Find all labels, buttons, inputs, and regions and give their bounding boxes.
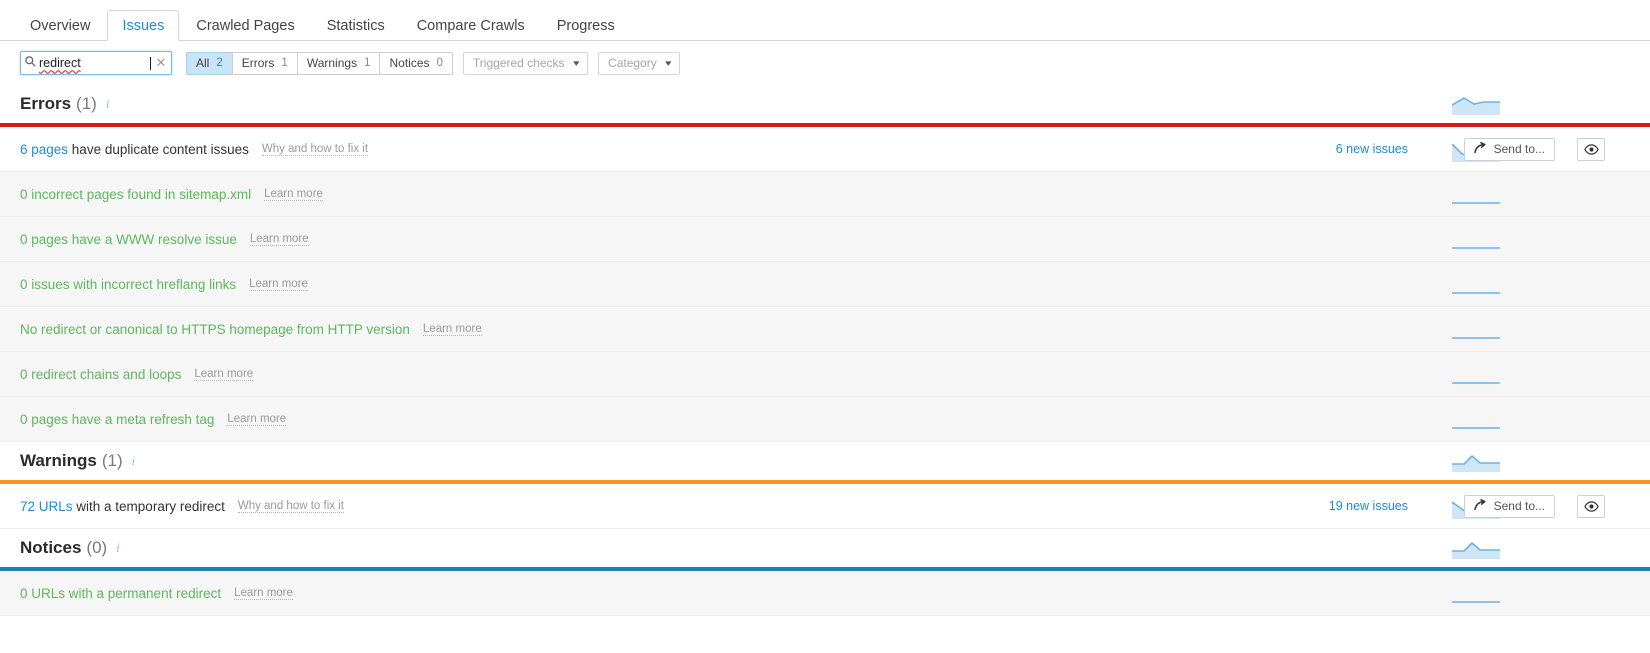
segment-count: 1 xyxy=(364,57,371,69)
dropdown-category[interactable]: Category ▾ xyxy=(598,51,681,75)
clear-search-icon[interactable]: ✕ xyxy=(151,55,171,71)
learn-more-link[interactable]: Learn more xyxy=(264,188,323,201)
section-header-warnings: Warnings (1) i xyxy=(0,442,1650,480)
issue-row[interactable]: 0 URLs with a permanent redirect Learn mo… xyxy=(0,571,1650,616)
issue-row[interactable]: No redirect or canonical to HTTPS homepa… xyxy=(0,307,1650,352)
issue-sparkline xyxy=(1452,316,1500,347)
send-to-button[interactable]: Send to... xyxy=(1463,137,1555,161)
issue-label-text: with a temporary redirect xyxy=(72,498,225,514)
section-header-errors: Errors (1) i xyxy=(0,85,1650,123)
segment-label: All xyxy=(196,56,210,70)
section-count: (0) xyxy=(86,538,108,557)
filter-segment-all[interactable]: All 2 xyxy=(186,51,232,75)
share-arrow-icon xyxy=(1473,141,1487,157)
tab-crawled-pages[interactable]: Crawled Pages xyxy=(181,10,309,40)
issue-row[interactable]: 0 pages have a WWW resolve issue Learn mo… xyxy=(0,217,1650,262)
learn-more-link[interactable]: Learn more xyxy=(227,413,287,426)
send-to-label: Send to... xyxy=(1493,142,1545,156)
issue-label: 72 URLs with a temporary redirect xyxy=(20,499,225,514)
filter-segment-notices[interactable]: Notices 0 xyxy=(379,51,453,75)
share-arrow-icon xyxy=(1473,498,1487,514)
new-issues-link[interactable]: 6 new issues xyxy=(1336,142,1408,156)
tab-issues[interactable]: Issues xyxy=(107,10,180,41)
why-and-how-to-fix-it-link[interactable]: Why and how to fix it xyxy=(237,500,344,513)
eye-icon-button[interactable] xyxy=(1577,137,1605,161)
search-icon xyxy=(21,56,39,70)
issue-label: 0 incorrect pages found in sitemap.xml xyxy=(20,186,252,202)
issue-label: 0 URLs with a permanent redirect xyxy=(20,585,222,601)
learn-more-link[interactable]: Learn more xyxy=(234,587,293,600)
chevron-down-icon: ▾ xyxy=(572,57,579,68)
issue-sparkline xyxy=(1452,580,1500,611)
issue-label-text: have duplicate content issues xyxy=(68,141,249,157)
info-icon[interactable]: i xyxy=(116,541,119,556)
section-sparkline xyxy=(1451,89,1500,120)
eye-icon-button[interactable] xyxy=(1577,494,1605,518)
issue-row[interactable]: 72 URLs with a temporary redirect Why and… xyxy=(0,484,1650,529)
severity-filter-group: All 2 Errors 1 Warnings 1 Notices 0 xyxy=(186,51,453,75)
section-title: Errors xyxy=(20,94,72,113)
learn-more-link[interactable]: Learn more xyxy=(249,233,309,246)
section-count: (1) xyxy=(101,451,123,470)
issue-sparkline xyxy=(1452,181,1500,212)
section-count: (1) xyxy=(76,94,97,113)
tab-overview[interactable]: Overview xyxy=(15,10,105,40)
issue-count-link[interactable]: 6 pages xyxy=(20,142,68,157)
issue-row[interactable]: 0 issues with incorrect hreflang links Le… xyxy=(0,262,1650,307)
search-input-value: redirect xyxy=(39,56,81,70)
issue-row[interactable]: 0 pages have a meta refresh tag Learn mor… xyxy=(0,397,1650,442)
dropdown-group: Triggered checks ▾ Category ▾ xyxy=(453,51,681,75)
dropdown-label: Category xyxy=(608,56,657,70)
section-title: Notices xyxy=(20,538,82,557)
issues-list: Errors (1) i 6 pages have duplicate content… xyxy=(0,85,1650,616)
issue-sparkline xyxy=(1452,406,1500,437)
issue-label: 0 pages have a WWW resolve issue xyxy=(20,231,237,247)
segment-label: Notices xyxy=(389,56,430,70)
send-to-label: Send to... xyxy=(1493,499,1545,513)
search-input[interactable]: redirect ✕ xyxy=(20,51,172,75)
section-sparkline xyxy=(1452,533,1500,564)
issue-sparkline xyxy=(1452,361,1500,392)
filter-segment-warnings[interactable]: Warnings 1 xyxy=(296,51,380,75)
section-header-notices: Notices (0) i xyxy=(0,529,1650,567)
filter-segment-errors[interactable]: Errors 1 xyxy=(231,51,297,75)
tab-statistics[interactable]: Statistics xyxy=(312,10,400,40)
primary-tab-bar: Overview Issues Crawled Pages Statistics Com… xyxy=(0,0,1650,41)
info-icon[interactable]: i xyxy=(132,454,135,469)
issue-label: 6 pages have duplicate content issues xyxy=(20,142,249,157)
chevron-down-icon: ▾ xyxy=(664,57,672,68)
issue-label: No redirect or canonical to HTTPS homepa… xyxy=(20,321,410,337)
issue-label: 0 issues with incorrect hreflang links xyxy=(20,276,237,292)
section-title: Warnings xyxy=(20,451,97,470)
learn-more-link[interactable]: Learn more xyxy=(194,368,254,381)
tab-compare-crawls[interactable]: Compare Crawls xyxy=(402,10,540,40)
learn-more-link[interactable]: Learn more xyxy=(249,278,308,291)
issue-count-link[interactable]: 72 URLs xyxy=(20,499,73,514)
filter-bar: redirect ✕ All 2 Errors 1 Warnings 1 Notices 0 … xyxy=(0,41,1650,85)
issue-label: 0 redirect chains and loops xyxy=(20,366,182,382)
issue-label: 0 pages have a meta refresh tag xyxy=(20,411,215,427)
segment-count: 0 xyxy=(436,57,443,69)
segment-label: Warnings xyxy=(306,56,358,70)
dropdown-triggered-checks[interactable]: Triggered checks ▾ xyxy=(462,51,589,75)
issue-row[interactable]: 6 pages have duplicate content issues Why… xyxy=(0,127,1650,172)
issue-row[interactable]: 0 incorrect pages found in sitemap.xml Le… xyxy=(0,172,1650,217)
new-issues-link[interactable]: 19 new issues xyxy=(1329,499,1408,513)
section-sparkline xyxy=(1452,446,1500,477)
issue-sparkline xyxy=(1452,271,1500,302)
tab-progress[interactable]: Progress xyxy=(542,10,630,40)
learn-more-link[interactable]: Learn more xyxy=(422,323,482,336)
dropdown-label: Triggered checks xyxy=(472,56,565,70)
segment-label: Errors xyxy=(241,56,275,70)
segment-count: 2 xyxy=(216,57,223,69)
send-to-button[interactable]: Send to... xyxy=(1463,494,1555,518)
why-and-how-to-fix-it-link[interactable]: Why and how to fix it xyxy=(261,143,369,156)
info-icon[interactable]: i xyxy=(106,97,109,112)
issue-sparkline xyxy=(1452,226,1500,257)
segment-count: 1 xyxy=(281,57,288,69)
issue-row[interactable]: 0 redirect chains and loops Learn more xyxy=(0,352,1650,397)
